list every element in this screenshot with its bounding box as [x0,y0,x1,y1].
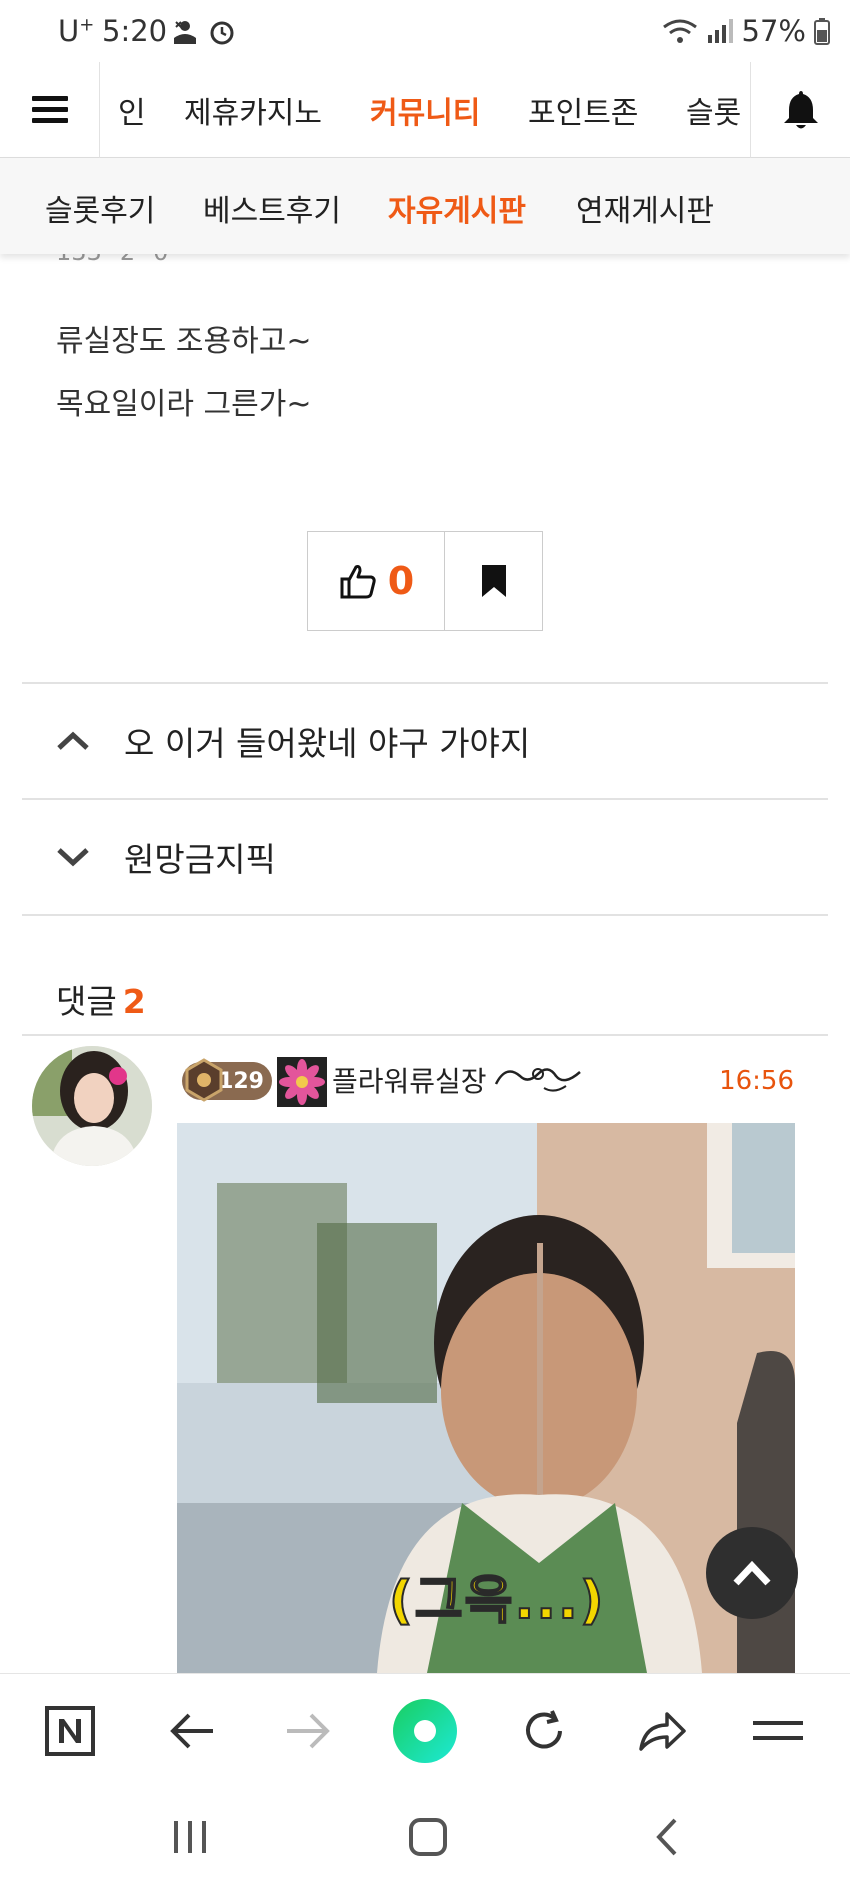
chevron-up-icon [57,731,89,750]
prev-post-title: 오 이거 들어왔네 야구 가야지 [124,724,531,763]
level-badge-icon [185,1058,223,1102]
wifi-icon [662,19,697,43]
reload-button[interactable] [509,1696,579,1766]
clock: 5:20 [102,14,168,48]
notifications-button[interactable] [750,62,850,158]
signal-icon [707,19,733,43]
next-post-title: 원망금지픽 [124,840,276,879]
comments-label: 댓글 [56,982,117,1021]
divider [22,914,828,916]
recents-icon [174,1821,206,1853]
naver-n-icon [45,1706,95,1756]
battery-icon [814,18,830,45]
post-body-line: 목요일이라 그른가~ [56,387,312,422]
system-back-button[interactable] [632,1811,702,1863]
post-body-line: 류실장도 조용하고~ [56,324,312,359]
bookmark-button[interactable] [445,532,542,630]
tab-best-review[interactable]: 베스트후기 [203,186,341,230]
comment-author[interactable]: 플라워류실장 [332,1060,487,1100]
bell-icon [783,91,818,129]
top-navigation: 인 제휴카지노 커뮤니티 포인트존 슬롯 [0,62,850,158]
avatar-image [32,1046,152,1166]
status-bar: U+ 5:20 57% [0,0,850,62]
ornament-icon [494,1068,581,1092]
green-dot-icon [393,1699,457,1763]
nav-item-point-zone[interactable]: 포인트존 [528,88,638,132]
recents-button[interactable] [155,1811,225,1863]
forward-button[interactable] [273,1696,343,1766]
chevron-left-icon [656,1818,677,1856]
bookmark-icon [481,565,506,597]
chevron-down-icon [57,848,89,867]
menu-button[interactable] [0,62,100,158]
tab-slot-review[interactable]: 슬롯후기 [45,186,155,230]
tab-free-board[interactable]: 자유게시판 [388,186,526,230]
alarm-icon [210,21,234,45]
share-button[interactable] [627,1696,697,1766]
like-button[interactable]: 0 [308,532,445,630]
system-status: 57% [662,14,830,48]
hamburger-icon [31,96,68,123]
nav-item-community[interactable]: 커뮤니티 [370,88,480,132]
nav-item-partial[interactable]: 인 [118,88,146,132]
share-icon [639,1712,686,1751]
category-scroller[interactable]: 인 제휴카지노 커뮤니티 포인트존 슬롯 [100,62,750,158]
tab-serial-board[interactable]: 연재게시판 [576,186,714,230]
thumbs-up-icon [340,565,376,599]
user-emblem [277,1057,327,1107]
notification-icons [170,18,236,46]
chevron-up-icon [733,1560,771,1586]
browser-menu-button[interactable] [743,1696,813,1766]
comments-header: 댓글 2 [56,975,146,1023]
home-button[interactable] [393,1811,463,1863]
comment-time: 16:56 [719,1066,794,1096]
image-caption: (그윽...) [388,1570,606,1632]
back-button[interactable] [157,1696,227,1766]
menu-lines-icon [753,1721,803,1740]
arrow-left-icon [170,1713,213,1749]
naver-home-button[interactable] [35,1696,105,1766]
browser-toolbar [0,1673,850,1785]
battery-percent: 57% [741,14,806,48]
green-dot-button[interactable] [390,1696,460,1766]
comment-image[interactable]: (그윽...) [177,1123,795,1673]
reaction-box: 0 [307,531,543,631]
prev-post-link[interactable]: 오 이거 들어왔네 야구 가야지 [22,684,828,798]
missed-call-icon [174,21,196,44]
system-navigation [0,1785,850,1889]
home-icon [409,1818,447,1856]
nav-item-slot[interactable]: 슬롯 [686,88,741,132]
divider [22,1034,828,1036]
scroll-top-button[interactable] [706,1527,798,1619]
like-count: 0 [387,559,415,603]
avatar[interactable] [32,1046,152,1166]
arrow-right-icon [287,1713,330,1749]
carrier-label: U+ [58,14,95,48]
reload-icon [526,1710,562,1749]
nav-item-partner-casino[interactable]: 제휴카지노 [184,88,322,132]
flower-icon [279,1059,325,1105]
sub-navigation: 슬롯후기 베스트후기 자유게시판 연재게시판 [0,158,850,254]
comments-count: 2 [122,982,146,1021]
next-post-link[interactable]: 원망금지픽 [22,800,828,914]
